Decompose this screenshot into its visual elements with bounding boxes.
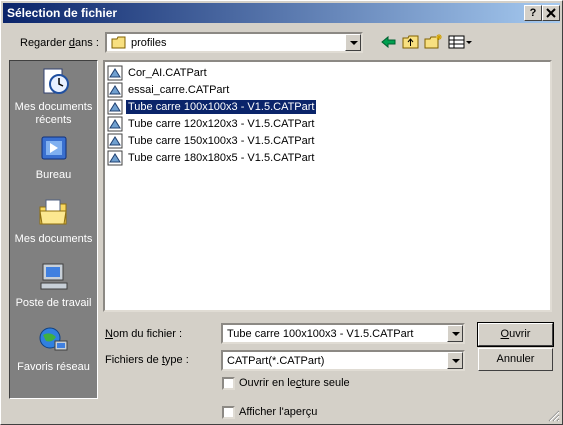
catpart-file-icon: [107, 99, 123, 115]
preview-checkbox[interactable]: [222, 406, 235, 419]
file-item[interactable]: Tube carre 150x100x3 - V1.5.CATPart: [107, 133, 316, 150]
cancel-button[interactable]: Annuler: [478, 348, 553, 371]
places-bar: Mes documents récents Bureau Mes documen…: [9, 60, 98, 399]
filetype-value: CATPart(*.CATPart): [227, 355, 325, 367]
open-button[interactable]: Ouvrir: [477, 322, 554, 347]
lookin-dropdown-button[interactable]: [345, 34, 361, 51]
close-button[interactable]: [542, 5, 560, 21]
file-item[interactable]: Tube carre 180x180x5 - V1.5.CATPart: [107, 150, 316, 167]
my-documents-icon: [38, 199, 67, 225]
new-folder-icon[interactable]: [423, 33, 443, 51]
filetype-dropdown-button[interactable]: [447, 352, 463, 369]
file-dialog: Sélection de fichier ? Regarder dans : p…: [0, 0, 563, 425]
file-item-selected[interactable]: Tube carre 100x100x3 - V1.5.CATPart: [107, 99, 318, 116]
lookin-combo[interactable]: profiles: [105, 32, 363, 53]
readonly-label[interactable]: Ouvrir en lecture seule: [239, 377, 350, 389]
filename-input[interactable]: Tube carre 100x100x3 - V1.5.CATPart: [227, 328, 413, 340]
lookin-label: Regarder dans :: [20, 37, 99, 49]
desktop-icon: [41, 136, 66, 160]
back-icon[interactable]: [379, 33, 399, 51]
file-list[interactable]: Cor_AI.CATPart essai_carre.CATPart Tube …: [103, 60, 552, 312]
filename-dropdown-button[interactable]: [447, 325, 463, 342]
filename-label: Nom du fichier :: [105, 328, 183, 340]
preview-label[interactable]: Afficher l'aperçu: [239, 406, 317, 418]
place-my-documents[interactable]: Mes documents: [10, 197, 97, 246]
file-item[interactable]: Tube carre 120x120x3 - V1.5.CATPart: [107, 116, 316, 133]
help-button[interactable]: ?: [524, 5, 542, 21]
catpart-file-icon: [107, 150, 123, 166]
catpart-file-icon: [107, 65, 123, 81]
place-recent[interactable]: Mes documents récents: [10, 65, 97, 127]
catpart-file-icon: [107, 116, 123, 132]
file-item[interactable]: Cor_AI.CATPart: [107, 65, 209, 82]
up-folder-icon[interactable]: [401, 33, 421, 51]
window-title: Sélection de fichier: [7, 6, 118, 20]
view-menu-icon[interactable]: [447, 33, 473, 51]
lookin-value: profiles: [131, 37, 167, 49]
readonly-checkbox[interactable]: [222, 377, 235, 390]
my-computer-icon: [40, 263, 67, 290]
resize-grip-icon[interactable]: [548, 410, 560, 422]
title-bar[interactable]: Sélection de fichier ?: [3, 3, 560, 23]
place-my-computer[interactable]: Poste de travail: [10, 261, 97, 310]
file-item[interactable]: essai_carre.CATPart: [107, 82, 231, 99]
place-desktop[interactable]: Bureau: [10, 133, 97, 182]
close-icon: [546, 8, 556, 18]
catpart-file-icon: [107, 133, 123, 149]
filetype-combo[interactable]: CATPart(*.CATPart): [221, 350, 465, 371]
recent-documents-icon: [43, 68, 69, 94]
place-network[interactable]: Favoris réseau: [10, 325, 97, 374]
filetype-label: Fichiers de type :: [105, 354, 189, 366]
network-places-icon: [39, 327, 67, 351]
catpart-file-icon: [107, 82, 123, 98]
folder-icon: [111, 36, 126, 49]
filename-combo[interactable]: Tube carre 100x100x3 - V1.5.CATPart: [221, 323, 465, 344]
